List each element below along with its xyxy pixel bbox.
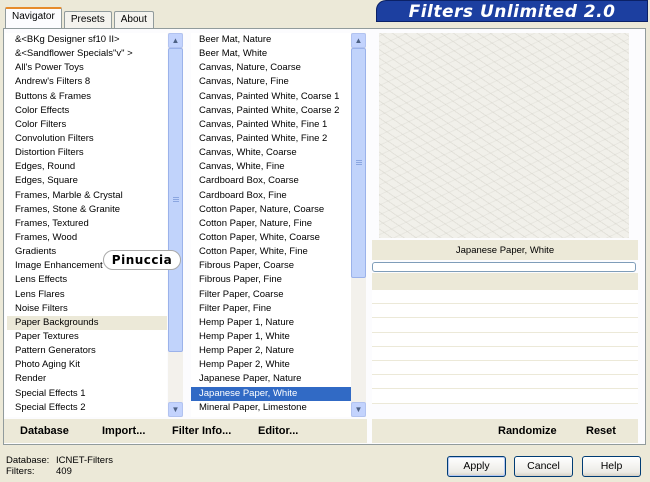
list-item[interactable]: Hemp Paper 2, Nature [191, 344, 351, 358]
watermark-label: Pinuccia [103, 250, 181, 270]
list-item[interactable]: &<BKg Designer sf10 II> [7, 33, 167, 47]
list-item[interactable]: Color Filters [7, 118, 167, 132]
list-item[interactable]: Canvas, Painted White, Coarse 1 [191, 90, 351, 104]
database-value: ICNET-Filters [56, 455, 113, 466]
category-list[interactable]: &<BKg Designer sf10 II> &<Sandflower Spec… [5, 33, 167, 417]
list-item[interactable]: Pattern Generators [7, 344, 167, 358]
list-item[interactable]: Cotton Paper, Nature, Fine [191, 217, 351, 231]
help-button[interactable]: Help [582, 456, 641, 477]
filters-count-value: 409 [56, 466, 72, 477]
filter-scrollbar[interactable]: ▲ ▼ [351, 33, 366, 417]
parameter-slot [372, 389, 638, 404]
list-item[interactable]: Japanese Paper, White [191, 386, 351, 401]
list-item[interactable]: Japanese Paper, Nature [191, 372, 351, 386]
list-item[interactable]: Beer Mat, White [191, 47, 351, 61]
list-item[interactable]: Lens Flares [7, 288, 167, 302]
list-item[interactable]: Andrew's Filters 8 [7, 75, 167, 89]
list-item[interactable]: Canvas, Nature, Fine [191, 75, 351, 89]
list-item[interactable]: Filter Paper, Coarse [191, 288, 351, 302]
parameter-slot [372, 360, 638, 376]
list-item[interactable]: Photo Aging Kit [7, 358, 167, 372]
list-item[interactable]: Canvas, Painted White, Fine 2 [191, 132, 351, 146]
category-scroll-thumb[interactable] [168, 48, 183, 352]
list-item[interactable]: Special Effects 1 [7, 387, 167, 401]
list-item[interactable]: Cotton Paper, White, Coarse [191, 231, 351, 245]
list-item[interactable]: Filter Paper, Fine [191, 302, 351, 316]
database-label: Database: [6, 455, 50, 466]
list-item[interactable]: Hemp Paper 1, Nature [191, 316, 351, 330]
reset-button[interactable]: Reset [586, 419, 616, 443]
category-scrollbar[interactable]: ▲ ▼ [168, 33, 183, 417]
editor-button[interactable]: Editor... [258, 419, 298, 443]
app-title: Filters Unlimited 2.0 [408, 2, 616, 22]
list-item[interactable]: Canvas, White, Coarse [191, 146, 351, 160]
list-item[interactable]: All's Power Toys [7, 61, 167, 75]
list-item[interactable]: Canvas, Painted White, Fine 1 [191, 118, 351, 132]
title-banner: Filters Unlimited 2.0 [376, 0, 648, 22]
chevron-up-icon[interactable]: ▲ [168, 33, 183, 48]
list-item[interactable]: Paper Backgrounds [7, 315, 167, 330]
list-item[interactable]: Noise Filters [7, 302, 167, 316]
list-item[interactable]: Edges, Round [7, 160, 167, 174]
list-item[interactable]: Edges, Square [7, 174, 167, 188]
parameter-slot [372, 346, 638, 361]
import-button[interactable]: Import... [102, 419, 145, 443]
list-item[interactable]: Convolution Filters [7, 132, 167, 146]
chevron-down-icon[interactable]: ▼ [351, 402, 366, 417]
list-item[interactable]: Fibrous Paper, Coarse [191, 259, 351, 273]
randomize-button[interactable]: Randomize [498, 419, 557, 443]
list-item[interactable]: Cotton Paper, White, Fine [191, 245, 351, 259]
apply-button[interactable]: Apply [447, 456, 506, 477]
tab-about[interactable]: About [113, 11, 154, 28]
list-item[interactable]: Buttons & Frames [7, 90, 167, 104]
list-item[interactable]: Color Effects [7, 104, 167, 118]
right-toolbar: Randomize Reset [372, 419, 638, 443]
database-button[interactable]: Database [20, 419, 69, 443]
parameter-slot [372, 375, 638, 390]
parameter-slot [372, 304, 638, 319]
filter-scroll-thumb[interactable] [351, 48, 366, 278]
list-item[interactable]: Frames, Wood [7, 231, 167, 245]
parameter-slot [372, 318, 638, 333]
filters-count-label: Filters: [6, 466, 35, 477]
list-item[interactable]: Beer Mat, Nature [191, 33, 351, 47]
list-item[interactable]: Frames, Stone & Granite [7, 203, 167, 217]
parameter-slot [372, 290, 638, 305]
list-item[interactable]: Fibrous Paper, Fine [191, 273, 351, 287]
status-area: Database: ICNET-Filters Filters: 409 [6, 455, 113, 477]
selected-filter-name: Japanese Paper, White [372, 240, 638, 260]
list-item[interactable]: Lens Effects [7, 273, 167, 287]
filter-list[interactable]: Beer Mat, Nature Beer Mat, White Canvas, N… [191, 33, 351, 417]
left-toolbar: Database Import... Filter Info... Editor… [4, 419, 367, 443]
list-item[interactable]: Canvas, Nature, Coarse [191, 61, 351, 75]
list-item[interactable]: Frames, Textured [7, 217, 167, 231]
list-item[interactable]: Hemp Paper 1, White [191, 330, 351, 344]
list-item[interactable]: Distortion Filters [7, 146, 167, 160]
list-item[interactable]: Cotton Paper, Nature, Coarse [191, 203, 351, 217]
progress-bar [372, 262, 636, 272]
list-item[interactable]: Render [7, 372, 167, 386]
list-item[interactable]: Cardboard Box, Fine [191, 189, 351, 203]
list-item[interactable]: Mineral Paper, Limestone [191, 401, 351, 415]
preview-image [379, 33, 629, 238]
filter-info-button[interactable]: Filter Info... [172, 419, 231, 443]
tab-navigator[interactable]: Navigator [5, 7, 62, 28]
chevron-up-icon[interactable]: ▲ [351, 33, 366, 48]
list-item[interactable]: Canvas, Painted White, Coarse 2 [191, 104, 351, 118]
list-item[interactable]: Frames, Marble & Crystal [7, 189, 167, 203]
chevron-down-icon[interactable]: ▼ [168, 402, 183, 417]
list-item[interactable]: Paper Textures [7, 330, 167, 344]
list-item[interactable]: Hemp Paper 2, White [191, 358, 351, 372]
list-item[interactable]: &<Sandflower Specials"v" > [7, 47, 167, 61]
list-item[interactable]: Special Effects 2 [7, 401, 167, 415]
list-item[interactable]: Canvas, White, Fine [191, 160, 351, 174]
tab-presets[interactable]: Presets [63, 11, 112, 28]
cancel-button[interactable]: Cancel [514, 456, 573, 477]
tab-strip: Navigator Presets About [5, 6, 156, 28]
list-item[interactable]: Cardboard Box, Coarse [191, 174, 351, 188]
parameters-header [372, 273, 638, 290]
parameter-slots [372, 290, 638, 404]
parameter-slot [372, 332, 638, 347]
